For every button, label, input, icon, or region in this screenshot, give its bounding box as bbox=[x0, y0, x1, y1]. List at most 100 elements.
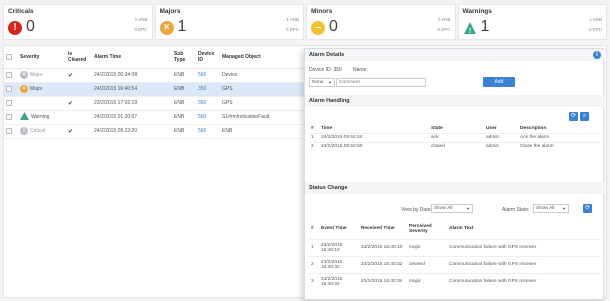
time-cell: 24/2/2015 01:20:07 bbox=[92, 110, 172, 125]
row-checkbox[interactable] bbox=[6, 113, 12, 120]
refresh-icon[interactable]: ⟳ bbox=[583, 204, 592, 213]
cell-number: 1 bbox=[309, 238, 319, 256]
table-row[interactable]: × Major ✔ 24/2/2015 00:34:08 ENB 560 Devi… bbox=[4, 68, 314, 83]
table-row[interactable]: 3 23/2/2015 16:40:34 23/2/2015 16:40:34 … bbox=[309, 272, 601, 290]
subtype-cell: ENB bbox=[172, 124, 196, 139]
card-epc: 0 EPC bbox=[134, 27, 148, 32]
alarm-details-header: Alarm Details i bbox=[305, 49, 605, 61]
exclamation-icon: ! bbox=[8, 21, 22, 35]
cell-event-time: 23/2/2015 16:40:32 bbox=[319, 255, 359, 273]
cleared-cell bbox=[66, 82, 92, 97]
card-enb: 1 eNB bbox=[286, 17, 299, 22]
cell-severity: major bbox=[407, 272, 447, 290]
majors-card[interactable]: Majors × 1 1 eNB 0 EPC bbox=[154, 4, 304, 40]
card-epc: 0 EPC bbox=[588, 27, 602, 32]
cell-state: ack bbox=[429, 132, 484, 142]
comment-input[interactable] bbox=[336, 78, 426, 87]
section-title: Status Change bbox=[309, 185, 348, 191]
device-link[interactable]: 560 bbox=[196, 124, 220, 139]
info-icon[interactable]: i bbox=[593, 51, 601, 59]
cell-number: 2 bbox=[309, 141, 319, 151]
card-count: 0 bbox=[329, 18, 338, 35]
time-cell: 24/2/2015 16:40:54 bbox=[92, 82, 172, 97]
alarms-page: Criticals ! 0 0 eNB 0 EPC Majors × 1 1 e… bbox=[0, 0, 610, 301]
header-alarm-time[interactable]: Alarm Time bbox=[92, 46, 172, 69]
cell-received-time: 23/2/2015 16:40:10 bbox=[359, 238, 407, 256]
minors-card[interactable]: Minors – 0 0 eNB 0 EPC bbox=[306, 4, 456, 40]
table-header-row: Severity Is Cleared Alarm Time Sub Type … bbox=[4, 46, 314, 69]
object-cell: GPS bbox=[220, 82, 314, 97]
device-link[interactable]: 560 bbox=[196, 96, 220, 111]
summary-cards: Criticals ! 0 0 eNB 0 EPC Majors × 1 1 e… bbox=[3, 4, 607, 40]
row-checkbox[interactable] bbox=[6, 127, 12, 134]
status-select[interactable]: None ▼ bbox=[309, 78, 335, 87]
chevron-down-icon: ▼ bbox=[328, 80, 332, 85]
refresh-icon[interactable]: ⟳ bbox=[569, 112, 578, 121]
device-link[interactable]: 560 bbox=[196, 110, 220, 125]
select-all-header[interactable] bbox=[4, 46, 18, 69]
table-row[interactable]: ✔ 23/2/2015 17:02:19 ENB 560 GPS bbox=[4, 96, 314, 111]
cleared-cell: ✔ bbox=[66, 96, 92, 111]
severity-cell: Major bbox=[30, 72, 43, 78]
row-checkbox[interactable] bbox=[6, 85, 12, 92]
cleared-cell: ✔ bbox=[66, 124, 92, 139]
minus-icon: – bbox=[311, 21, 325, 35]
cleared-cell bbox=[66, 110, 92, 125]
card-count: 1 bbox=[480, 18, 490, 35]
select-all-checkbox[interactable] bbox=[6, 53, 12, 60]
header-sub-type[interactable]: Sub Type bbox=[172, 46, 196, 69]
cell-alarm-text: Communication failure with GPS receiver bbox=[447, 238, 601, 256]
table-row[interactable]: × Major 24/2/2015 16:40:54 ENB 350 GPS bbox=[4, 82, 314, 97]
cell-user: admin bbox=[484, 141, 518, 151]
view-by-dates-label: View by Dates: bbox=[401, 207, 435, 213]
alarm-state-select[interactable]: Show All ▼ bbox=[533, 204, 569, 213]
table-row[interactable]: 1 24/2/2015 09:52:44 ack admin Ack the a… bbox=[309, 132, 601, 142]
header-severity[interactable]: Severity bbox=[18, 46, 66, 69]
severity-cell: Critical bbox=[30, 128, 46, 134]
table-row[interactable]: 2 23/2/2015 16:40:32 23/2/2015 16:40:32 … bbox=[309, 255, 601, 273]
criticals-card[interactable]: Criticals ! 0 0 eNB 0 EPC bbox=[3, 4, 153, 40]
search-icon[interactable]: ⌕ bbox=[580, 112, 589, 121]
major-icon: × bbox=[20, 85, 28, 93]
view-by-dates-value: Show All bbox=[434, 206, 453, 211]
time-cell: 23/2/2015 17:02:19 bbox=[92, 96, 172, 111]
time-cell: 24/2/2015 08:23:20 bbox=[92, 124, 172, 139]
card-epc: 0 EPC bbox=[285, 27, 299, 32]
device-link[interactable]: 350 bbox=[196, 82, 220, 97]
section-title: Alarm Handling bbox=[309, 98, 350, 104]
card-title: Criticals bbox=[8, 8, 34, 15]
header-device-id[interactable]: Device ID bbox=[196, 46, 220, 69]
subtype-cell: ENB bbox=[172, 110, 196, 125]
header-alarm-text: Alarm Text bbox=[449, 226, 474, 232]
status-select-value: None bbox=[312, 80, 324, 85]
status-change-table: # Event Time Received Time Perceived Sev… bbox=[309, 219, 601, 290]
table-row[interactable]: 1 23/2/2015 16:40:10 23/2/2015 16:40:10 … bbox=[309, 238, 601, 256]
severity-cell: Major bbox=[30, 86, 43, 92]
card-enb: 1 eNB bbox=[589, 17, 602, 22]
header-received-time: Received Time bbox=[361, 226, 395, 232]
row-checkbox[interactable] bbox=[6, 71, 12, 78]
header-cleared[interactable]: Is Cleared bbox=[66, 46, 92, 69]
warnings-card[interactable]: Warnings ! 1 1 eNB 0 EPC bbox=[457, 4, 607, 40]
view-by-dates-select[interactable]: Show All ▼ bbox=[431, 204, 473, 213]
header-managed-object[interactable]: Managed Object bbox=[220, 46, 314, 69]
table-row[interactable]: ! Critical ✔ 24/2/2015 08:23:20 ENB 560 E… bbox=[4, 124, 314, 139]
row-checkbox[interactable] bbox=[6, 99, 12, 106]
cell-number: 2 bbox=[309, 255, 319, 273]
alarm-state-value: Show All bbox=[536, 206, 555, 211]
header-number: # bbox=[311, 126, 314, 132]
object-cell: ENB bbox=[220, 124, 314, 139]
critical-grey-icon: ! bbox=[20, 127, 28, 135]
table-row[interactable]: 2 24/2/2015 09:52:50 closed admin Close … bbox=[309, 141, 601, 151]
cell-severity: major bbox=[407, 238, 447, 256]
header-state: State bbox=[431, 126, 443, 132]
card-count: 0 bbox=[26, 18, 35, 35]
object-cell: S1#rmIndicationFault bbox=[220, 110, 314, 125]
alarm-table: Severity Is Cleared Alarm Time Sub Type … bbox=[4, 46, 314, 139]
table-row[interactable]: Warning 24/2/2015 01:20:07 ENB 560 S1#rm… bbox=[4, 110, 314, 125]
time-cell: 24/2/2015 00:34:08 bbox=[92, 68, 172, 83]
add-button[interactable]: Add bbox=[483, 77, 515, 87]
major-grey-icon: × bbox=[20, 71, 28, 79]
device-link[interactable]: 560 bbox=[196, 68, 220, 83]
subtype-cell: ENB bbox=[172, 96, 196, 111]
